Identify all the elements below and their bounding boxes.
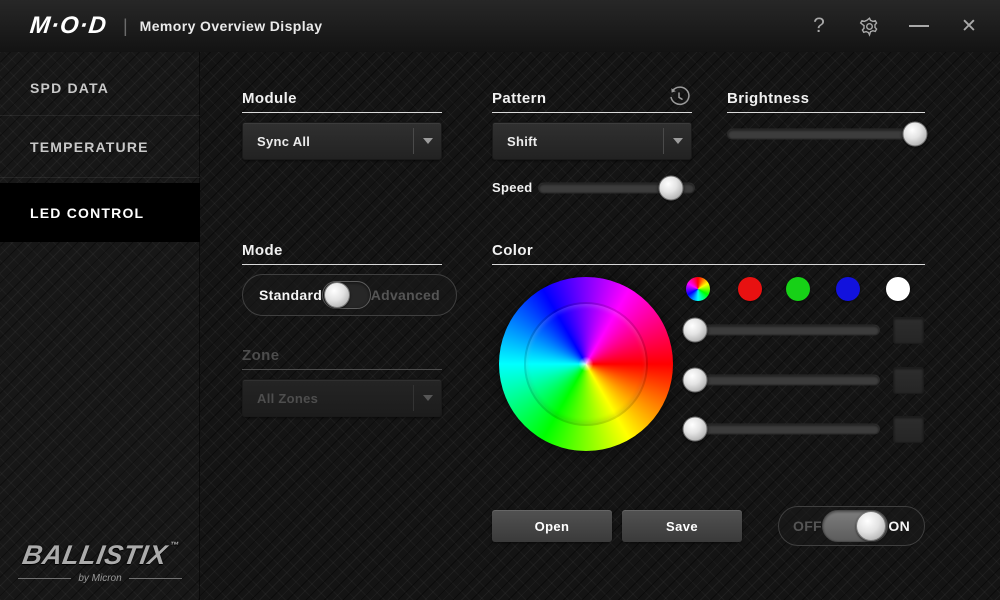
zone-dropdown-value: All Zones: [243, 391, 413, 406]
blue-slider-track[interactable]: [695, 424, 880, 435]
blue-channel-slider[interactable]: [695, 417, 880, 441]
brand-name: BALLISTIX™: [0, 540, 203, 571]
open-button[interactable]: Open: [492, 510, 612, 542]
mode-advanced-label[interactable]: Advanced: [371, 287, 440, 303]
mod-app-window: M·O·D | Memory Overview Display ? ✕ SPD …: [0, 0, 1000, 600]
blue-swatch[interactable]: [836, 277, 860, 301]
power-on-label[interactable]: ON: [888, 518, 910, 534]
settings-gear-icon[interactable]: [856, 13, 882, 39]
led-power-toggle-group: OFF ON: [778, 506, 925, 546]
chevron-down-icon: [673, 138, 683, 144]
speed-slider[interactable]: [538, 176, 695, 200]
zone-dropdown[interactable]: All Zones: [242, 379, 442, 417]
pattern-dropdown-value: Shift: [493, 134, 663, 149]
minimize-button[interactable]: [906, 13, 932, 39]
sidebar-item-spd-data[interactable]: SPD DATA: [0, 60, 200, 116]
mode-toggle-switch[interactable]: [322, 281, 371, 309]
brand-byline: by Micron: [18, 573, 182, 584]
close-button[interactable]: ✕: [956, 13, 982, 39]
red-slider-track[interactable]: [695, 325, 880, 336]
mode-toggle-group: Standard Advanced: [242, 274, 457, 316]
pattern-heading: Pattern: [492, 90, 692, 113]
save-button[interactable]: Save: [622, 510, 742, 542]
power-toggle-knob[interactable]: [856, 511, 886, 541]
red-channel-slider[interactable]: [695, 318, 880, 342]
red-slider-knob[interactable]: [683, 318, 708, 343]
brightness-slider-knob[interactable]: [903, 122, 928, 147]
led-control-panel: Module Sync All Pattern Shift Speed Brig…: [200, 52, 1000, 600]
brightness-heading: Brightness: [727, 90, 925, 113]
module-heading: Module: [242, 90, 442, 113]
module-dropdown[interactable]: Sync All: [242, 122, 442, 160]
chevron-down-icon: [423, 395, 433, 401]
sidebar-item-temperature[interactable]: TEMPERATURE: [0, 117, 200, 178]
module-dropdown-value: Sync All: [243, 134, 413, 149]
color-heading: Color: [492, 242, 925, 265]
minimize-icon: [909, 25, 929, 27]
titlebar: M·O·D | Memory Overview Display ? ✕: [0, 0, 1000, 53]
pattern-dropdown[interactable]: Shift: [492, 122, 692, 160]
color-wheel[interactable]: [499, 277, 673, 451]
brightness-slider-track[interactable]: [727, 129, 925, 140]
green-value-box[interactable]: [893, 367, 924, 394]
mode-standard-label[interactable]: Standard: [259, 287, 322, 303]
green-swatch[interactable]: [786, 277, 810, 301]
brightness-slider[interactable]: [727, 122, 925, 146]
dropdown-arrow-zone: [413, 128, 441, 154]
sidebar-item-label: LED CONTROL: [30, 205, 144, 221]
chevron-down-icon: [423, 138, 433, 144]
help-icon[interactable]: ?: [806, 13, 832, 39]
sidebar-item-label: TEMPERATURE: [30, 139, 149, 155]
blue-slider-knob[interactable]: [683, 417, 708, 442]
zone-heading: Zone: [242, 347, 442, 370]
green-slider-knob[interactable]: [683, 368, 708, 393]
trademark-symbol: ™: [169, 540, 180, 550]
mode-toggle-knob[interactable]: [324, 282, 350, 308]
sidebar-item-led-control[interactable]: LED CONTROL: [0, 183, 200, 242]
speed-label: Speed: [492, 180, 533, 195]
sidebar: SPD DATA TEMPERATURE LED CONTROL BALLIST…: [0, 52, 200, 600]
titlebar-controls: ? ✕: [806, 0, 982, 52]
green-channel-slider[interactable]: [695, 368, 880, 392]
green-slider-track[interactable]: [695, 375, 880, 386]
dropdown-arrow-zone: [413, 385, 441, 411]
app-title: Memory Overview Display: [140, 18, 323, 34]
rainbow-swatch[interactable]: [686, 277, 710, 301]
dropdown-arrow-zone: [663, 128, 691, 154]
titlebar-separator: |: [123, 16, 128, 37]
mod-logo: M·O·D: [29, 12, 109, 40]
ballistix-logo: BALLISTIX™ by Micron: [0, 540, 200, 584]
power-toggle-switch[interactable]: [822, 510, 888, 542]
pattern-history-icon[interactable]: [668, 86, 690, 113]
red-value-box[interactable]: [893, 317, 924, 344]
red-swatch[interactable]: [738, 277, 762, 301]
sidebar-item-label: SPD DATA: [30, 80, 109, 96]
mode-heading: Mode: [242, 242, 442, 265]
blue-value-box[interactable]: [893, 416, 924, 443]
speed-slider-knob[interactable]: [659, 176, 684, 201]
white-swatch[interactable]: [886, 277, 910, 301]
power-off-label[interactable]: OFF: [793, 518, 822, 534]
